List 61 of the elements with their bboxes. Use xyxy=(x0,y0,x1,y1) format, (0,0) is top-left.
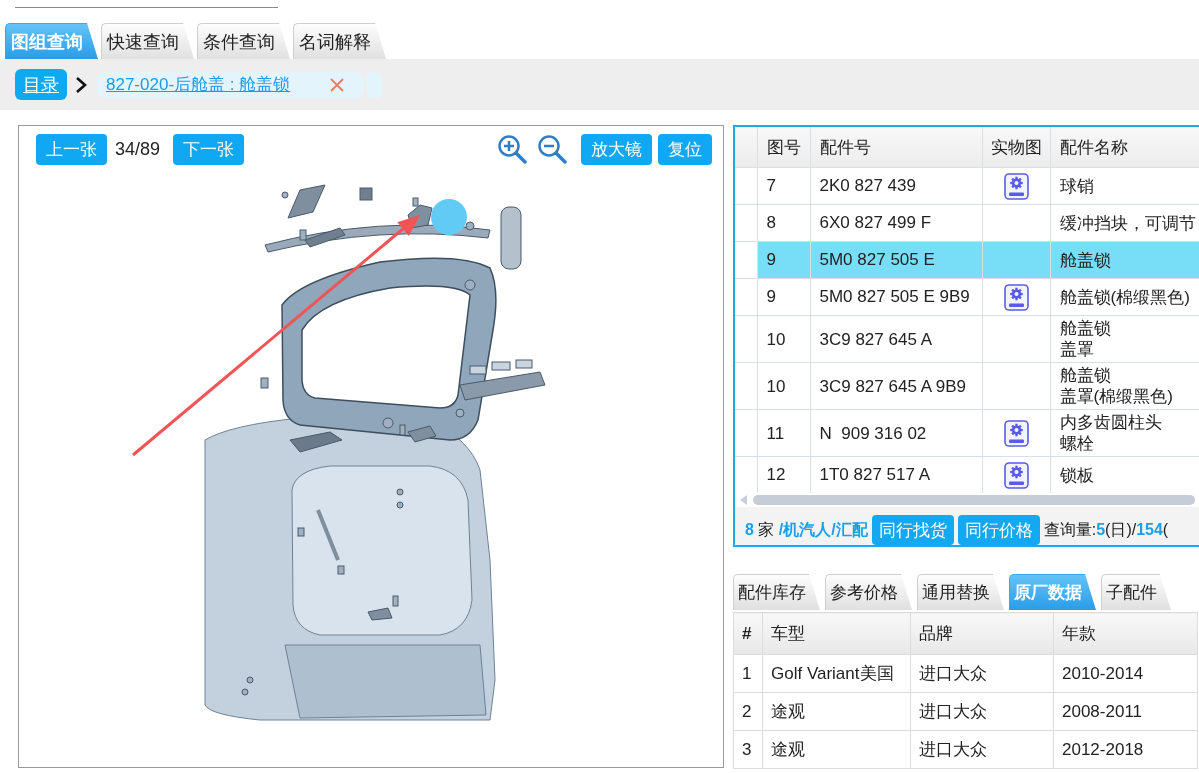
tab[interactable]: 参考价格 xyxy=(825,574,912,610)
table-cell: 7 xyxy=(757,167,810,205)
query-count: 查询量:5(日)/154( xyxy=(1043,519,1169,540)
table-cell: 9 xyxy=(757,278,810,316)
table-cell: 途观 xyxy=(762,730,911,769)
zoom-in-icon[interactable] xyxy=(497,134,527,164)
tab[interactable]: 名词解释 xyxy=(293,23,386,59)
page-counter: 34/89 xyxy=(115,138,161,160)
table-cell: 2 xyxy=(733,692,763,731)
table-cell: N 909 316 02 xyxy=(810,409,982,457)
column-header: 品牌 xyxy=(910,612,1054,655)
tab[interactable]: 条件查询 xyxy=(197,23,290,59)
supplier-count: 8 家 /机汽人/汇配 xyxy=(745,519,868,540)
close-icon[interactable] xyxy=(330,77,344,92)
table-cell: 2012-2018 xyxy=(1053,730,1198,769)
table-cell: 9 xyxy=(757,241,810,279)
table-cell: 进口大众 xyxy=(910,692,1054,731)
tab[interactable]: 通用替换 xyxy=(917,574,1004,610)
column-header: 配件名称 xyxy=(1050,127,1199,168)
table-cell: 进口大众 xyxy=(910,730,1054,769)
table-cell: 3C9 827 645 A xyxy=(810,315,982,363)
table-row[interactable]: 7 2K0 827 439 球销 xyxy=(735,167,1199,205)
column-header: 年款 xyxy=(1053,612,1198,655)
table-row[interactable]: 9 5M0 827 505 E 舱盖锁 xyxy=(735,241,1199,279)
highlight-marker-icon xyxy=(431,199,467,235)
column-header: # xyxy=(733,612,763,655)
zoom-out-icon[interactable] xyxy=(537,134,567,164)
table-cell: 11 xyxy=(757,409,810,457)
table-cell: 3 xyxy=(733,730,763,769)
gear-icon[interactable] xyxy=(1003,461,1029,489)
tab[interactable]: 配件库存 xyxy=(733,574,820,610)
table-cell: 10 xyxy=(757,315,810,363)
table-row[interactable]: 10 3C9 827 645 A 舱盖锁 盖罩 xyxy=(735,315,1199,363)
table-cell: 8 xyxy=(757,204,810,242)
column-header: 车型 xyxy=(762,612,911,655)
table-cell: 2010-2014 xyxy=(1053,654,1198,693)
column-header: 实物图 xyxy=(982,127,1050,168)
gear-icon[interactable] xyxy=(1003,172,1029,200)
table-row[interactable]: 10 3C9 827 645 A 9B9 舱盖锁 盖罩(棉缎黑色) xyxy=(735,362,1199,410)
tab[interactable]: 子配件 xyxy=(1101,574,1171,610)
table-row[interactable]: 8 6X0 827 499 F 缓冲挡块，可调节 xyxy=(735,204,1199,242)
column-header: 配件号 xyxy=(810,127,982,168)
column-header: 图号 xyxy=(757,127,810,168)
table-row[interactable]: 11 N 909 316 02 内多齿圆柱头 螺栓 xyxy=(735,409,1199,457)
table-cell: 5M0 827 505 E xyxy=(810,241,982,279)
table-cell: 途观 xyxy=(762,692,911,731)
table-cell: 10 xyxy=(757,362,810,410)
table-cell: 进口大众 xyxy=(910,654,1054,693)
table-cell: 5M0 827 505 E 9B9 xyxy=(810,278,982,316)
table-cell: 2K0 827 439 xyxy=(810,167,982,205)
table-cell: 3C9 827 645 A 9B9 xyxy=(810,362,982,410)
table-cell: 6X0 827 499 F xyxy=(810,204,982,242)
chevron-right-icon xyxy=(75,75,87,94)
table-cell: 1 xyxy=(733,654,763,693)
scrollbar-thumb[interactable] xyxy=(753,495,1195,505)
table-row[interactable]: 9 5M0 827 505 E 9B9 舱盖锁(棉缎黑色) xyxy=(735,278,1199,316)
table-cell: Golf Variant美国 xyxy=(762,654,911,693)
gear-icon[interactable] xyxy=(1003,419,1029,447)
tab[interactable]: 快速查询 xyxy=(101,23,194,59)
gear-icon[interactable] xyxy=(1003,283,1029,311)
table-cell: 2008-2011 xyxy=(1053,692,1198,731)
